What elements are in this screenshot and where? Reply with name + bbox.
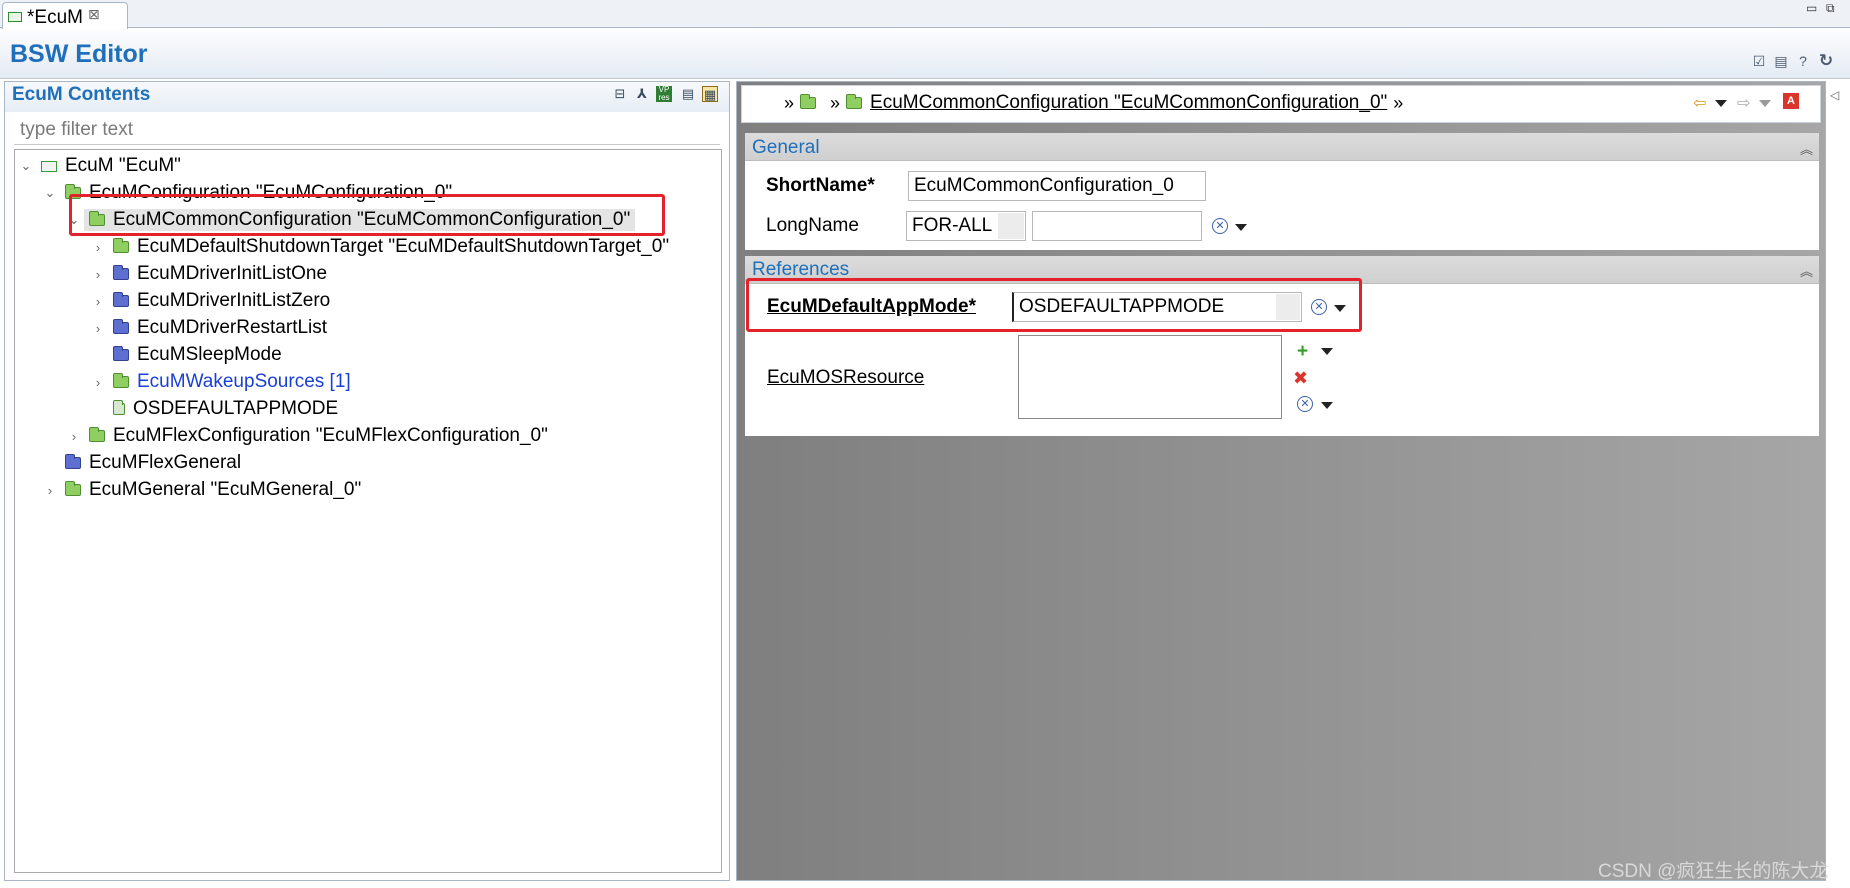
validate-icon[interactable]: ☑ [1751,53,1767,69]
container-folder-icon [113,319,129,334]
minimize-panel-icon[interactable]: ◁ [1830,88,1839,102]
tree-item-ecumwakeupsources[interactable]: › EcuMWakeupSources [1] [91,369,351,395]
tree-item-ecumdefaultshutdowntarget[interactable]: › EcuMDefaultShutdownTarget "EcuMDefault… [91,234,669,260]
os-resource-label[interactable]: EcuMOSResource [767,367,924,389]
editor-tab-label: *EcuM [27,7,83,28]
properties-icon[interactable]: ▤ [1773,53,1789,69]
tree-item-label: EcuM "EcuM" [65,155,181,176]
general-section-title: General [752,137,820,158]
table-icon[interactable]: ▦ [702,86,718,102]
breadcrumb-separator-icon: » [830,92,841,113]
tree-item-label: OSDEFAULTAPPMODE [133,398,339,419]
tree-item-label: EcuMDriverRestartList [137,317,328,338]
tree-item-ecumdriverrestartlist[interactable]: › EcuMDriverRestartList [91,315,327,341]
highlight-box-reference [746,278,1362,332]
options-dropdown-icon[interactable] [1235,224,1247,231]
minimize-icon[interactable]: ▭ [1806,1,1817,15]
container-folder-icon [65,454,81,469]
collapse-all-icon[interactable]: ⊟ [612,86,628,102]
reference-icon [113,400,125,415]
collapse-section-icon[interactable]: ︽ [1800,261,1813,280]
expand-toggle-icon[interactable]: › [91,240,105,255]
tree-item-label: EcuMWakeupSources [1] [137,371,351,392]
back-icon[interactable]: ⇦ [1693,93,1706,113]
expand-toggle-icon[interactable]: › [91,321,105,336]
longname-value-field[interactable] [1032,211,1202,241]
general-section-header[interactable] [745,133,1819,161]
container-folder-icon [846,94,863,109]
tree-item-label: EcuMDriverInitListOne [137,263,328,284]
container-folder-icon [65,481,81,496]
config-tree: ⌄ EcuM "EcuM" ⌄ EcuMConfiguration "EcuMC… [14,149,722,873]
container-folder-icon [800,94,817,109]
expand-toggle-icon[interactable]: ⌄ [19,158,33,174]
autosar-icon[interactable]: A [1783,93,1799,109]
delete-icon[interactable]: ✖ [1293,368,1308,389]
back-dropdown-icon[interactable] [1715,100,1727,107]
longname-label: LongName [766,215,859,236]
tree-item-ecumgeneral[interactable]: › EcuMGeneral "EcuMGeneral_0" [43,477,361,503]
container-folder-icon [113,373,129,388]
options-dropdown-icon[interactable] [1321,402,1333,409]
help-icon[interactable]: ? [1795,53,1811,69]
expand-toggle-icon[interactable]: ⌄ [43,185,57,201]
tree-item-osdefaultappmode[interactable]: OSDEFAULTAPPMODE [91,396,338,422]
vp-res-icon[interactable]: VP res [656,86,672,102]
add-icon[interactable]: + [1297,341,1308,363]
highlight-box-tree [69,194,665,236]
tree-item-label: EcuMFlexGeneral [89,452,242,473]
reset-icon[interactable]: ✕ [1212,218,1228,234]
expand-toggle-icon[interactable]: › [43,483,57,498]
tree-item-ecumflexgeneral[interactable]: EcuMFlexGeneral [43,450,241,476]
link-icon[interactable]: ⅄ [634,86,650,102]
expand-toggle-icon[interactable]: › [91,294,105,309]
tree-item-label: EcuMDriverInitListZero [137,290,331,311]
tree-item-ecumdriverinitlistzero[interactable]: › EcuMDriverInitListZero [91,288,330,314]
reset-icon[interactable]: ✕ [1297,396,1313,412]
tree-item-label: EcuMGeneral "EcuMGeneral_0" [89,479,362,500]
tree-item-label: EcuMSleepMode [137,344,282,365]
collapse-section-icon[interactable]: ︽ [1800,139,1813,158]
container-folder-icon [113,265,129,280]
shortname-field[interactable]: EcuMCommonConfiguration_0 [908,171,1206,201]
tree-item-ecumsleepmode[interactable]: EcuMSleepMode [91,342,282,368]
tree-item-label: EcuMFlexConfiguration "EcuMFlexConfigura… [113,425,548,446]
expand-toggle-icon[interactable]: › [67,429,81,444]
longname-language-dropdown[interactable] [998,213,1024,239]
tree-item-ecumdriverinitlistone[interactable]: › EcuMDriverInitListOne [91,261,327,287]
expand-toggle-icon[interactable]: › [91,375,105,390]
container-folder-icon [113,238,129,253]
container-folder-icon [113,346,129,361]
breadcrumb-separator-icon: » [784,92,795,113]
instance-icon [41,160,57,172]
tree-item-ecumflexconfiguration[interactable]: › EcuMFlexConfiguration "EcuMFlexConfigu… [67,423,548,449]
editor-tab-strip [0,0,1850,28]
breadcrumb-link[interactable]: EcuMCommonConfiguration "EcuMCommonConfi… [870,92,1387,114]
expand-toggle-icon[interactable]: › [91,267,105,282]
container-folder-icon [113,292,129,307]
editor-header [0,29,1850,79]
breadcrumb: » » EcuMCommonConfiguration "EcuMCommonC… [778,92,1409,114]
outline-panel-title: EcuM Contents [12,84,151,105]
filter-input[interactable] [14,115,720,145]
shortname-label: ShortName* [766,175,875,196]
add-dropdown-icon[interactable] [1321,348,1333,355]
os-resource-list[interactable] [1018,335,1282,419]
document-icon[interactable]: ▤ [680,86,696,102]
breadcrumb-separator-icon: » [1393,92,1404,113]
editor-tab-ecum[interactable]: *EcuM ⊠ [2,2,128,29]
container-folder-icon [89,427,105,442]
watermark: CSDN @疯狂生长的陈大龙 [1598,861,1829,882]
forward-icon[interactable]: ⇨ [1737,93,1750,113]
forward-dropdown-icon[interactable] [1759,100,1771,107]
tree-item-label: EcuMDefaultShutdownTarget "EcuMDefaultSh… [137,236,670,257]
editor-title: BSW Editor [10,40,148,68]
tree-item-ecum[interactable]: ⌄ EcuM "EcuM" [19,153,181,179]
tab-close-icon[interactable]: ⊠ [88,6,100,23]
refresh-icon[interactable]: ↻ [1818,52,1834,69]
maximize-icon[interactable]: ⧉ [1826,1,1835,16]
instance-icon [8,12,22,22]
